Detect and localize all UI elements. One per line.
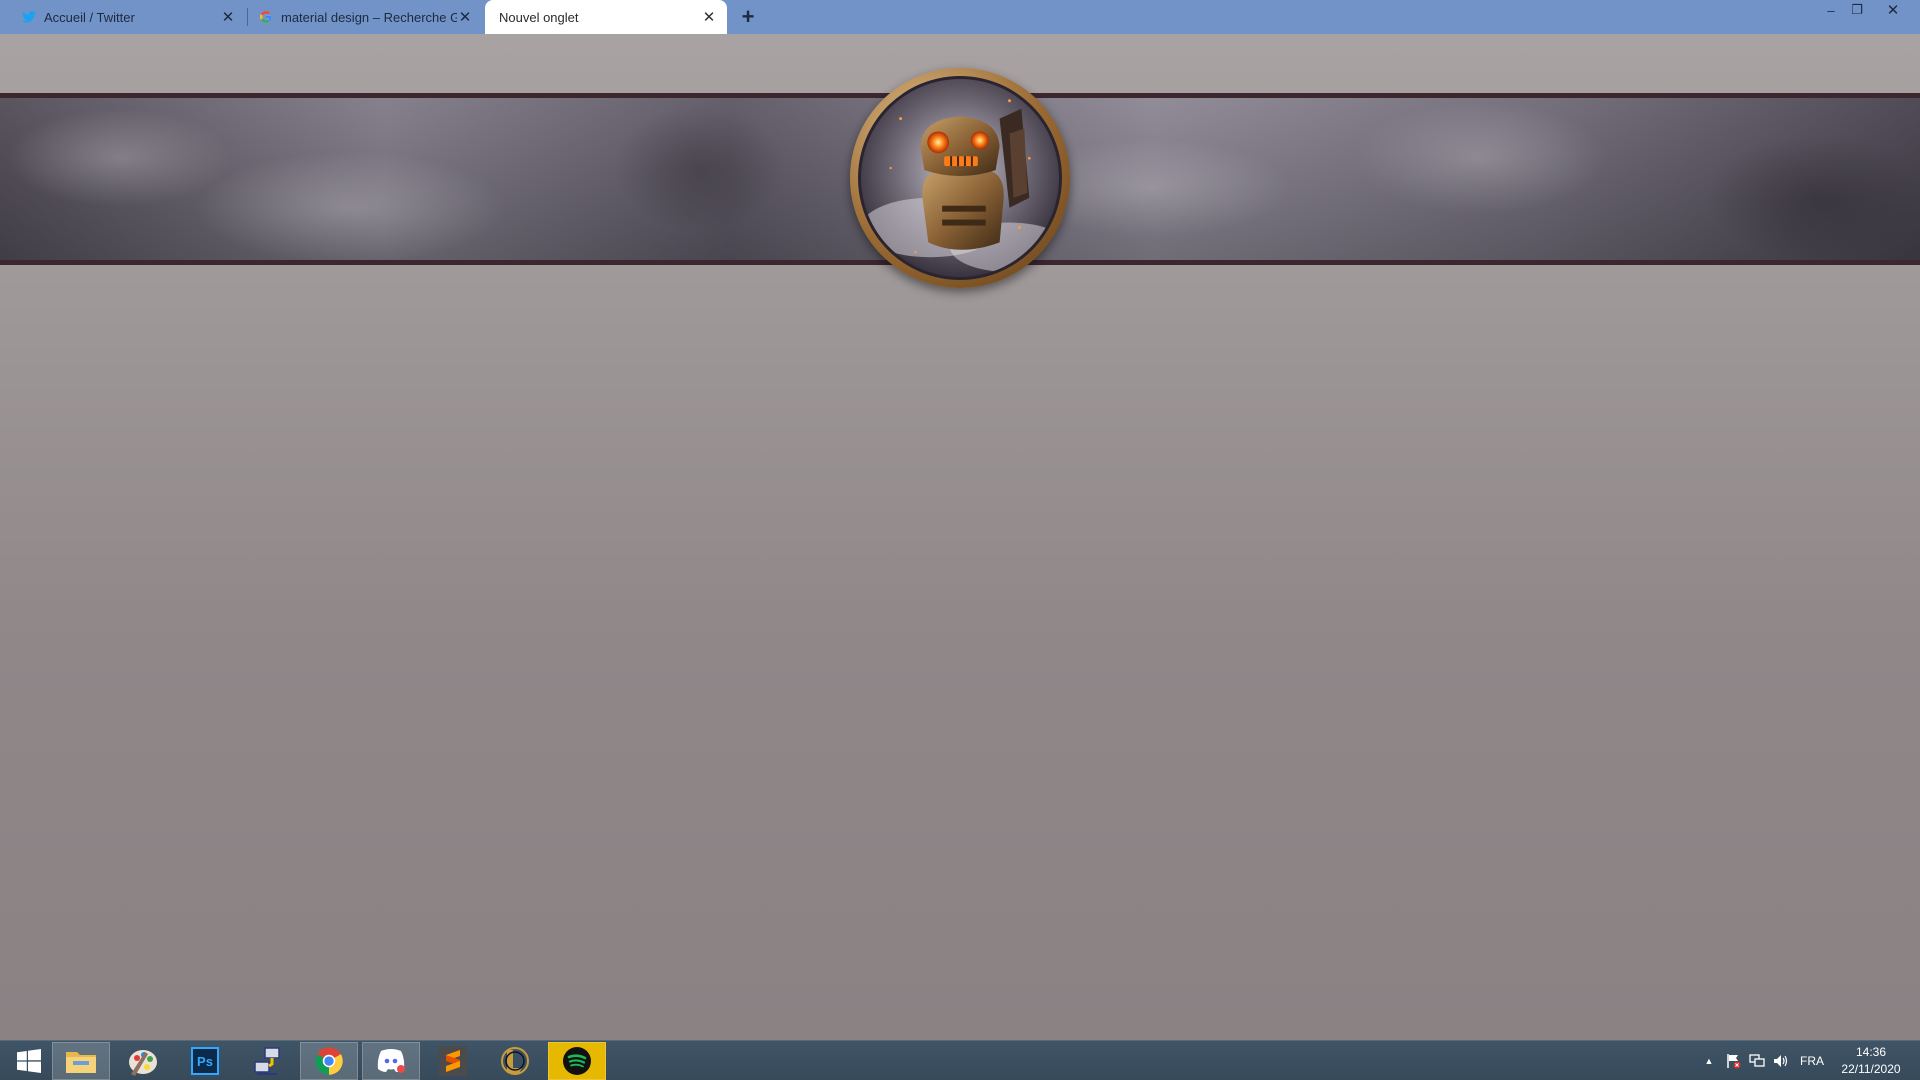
sublime-text-icon (439, 1046, 467, 1076)
tab-title: Accueil / Twitter (44, 9, 135, 25)
photoshop-label: Ps (197, 1053, 213, 1069)
volume-icon[interactable] (1770, 1041, 1792, 1080)
network-icon[interactable] (1746, 1041, 1768, 1080)
tab-close-icon[interactable]: ✕ (701, 9, 717, 26)
taskbar-file-explorer[interactable] (52, 1042, 110, 1080)
discord-icon (377, 1049, 405, 1073)
twitter-icon (22, 10, 36, 24)
profile-avatar[interactable] (850, 68, 1070, 288)
tab-separator (247, 8, 248, 26)
tab-title: Nouvel onglet (499, 9, 579, 25)
tab-close-icon[interactable]: ✕ (220, 9, 236, 26)
robot-avatar-icon (861, 79, 1059, 277)
tab-new-tab-active[interactable]: Nouvel onglet ✕ (485, 0, 727, 34)
paint-palette-icon (129, 1050, 157, 1076)
taskbar-spotify[interactable] (548, 1042, 606, 1080)
show-hidden-icons-button[interactable]: ▲ (1700, 1041, 1718, 1080)
start-button[interactable] (0, 1042, 58, 1080)
taskbar-photoshop[interactable]: Ps (176, 1042, 234, 1080)
windows-taskbar: Ps ▲ FRA 14:36 22/11/2020 (0, 1040, 1920, 1080)
tab-twitter[interactable]: Accueil / Twitter ✕ (0, 0, 246, 34)
spotify-icon (563, 1047, 591, 1075)
clock-date: 22/11/2020 (1841, 1062, 1901, 1076)
new-tab-button[interactable]: + (736, 4, 760, 29)
tab-google-search[interactable]: material design – Recherche Goo ✕ (249, 0, 483, 34)
network-tool-icon (254, 1047, 280, 1075)
input-language-indicator[interactable]: FRA (1796, 1041, 1828, 1080)
taskbar-sublime-text[interactable] (424, 1042, 482, 1080)
league-of-legends-icon (501, 1047, 529, 1075)
clock-time: 14:36 (1855, 1045, 1887, 1059)
avatar-frame (858, 76, 1062, 280)
close-window-button[interactable]: ✕ (1880, 0, 1906, 20)
folder-icon (66, 1052, 96, 1073)
windows-logo-icon (17, 1049, 41, 1073)
maximize-button[interactable]: ❐ (1844, 0, 1870, 20)
chrome-icon (315, 1047, 343, 1075)
taskbar-network-tool[interactable] (238, 1042, 296, 1080)
taskbar-discord[interactable] (362, 1042, 420, 1080)
action-center-flag-icon[interactable] (1722, 1041, 1744, 1080)
taskbar-chrome[interactable] (300, 1042, 358, 1080)
tab-title: material design – Recherche Goo (281, 9, 457, 25)
new-tab-page (0, 34, 1920, 1040)
photoshop-icon: Ps (191, 1047, 219, 1075)
taskbar-paint[interactable] (114, 1042, 172, 1080)
google-icon (259, 10, 273, 24)
tab-close-icon[interactable]: ✕ (457, 9, 473, 26)
browser-tabstrip: Accueil / Twitter ✕ material design – Re… (0, 0, 1920, 34)
system-clock[interactable]: 14:36 22/11/2020 (1828, 1044, 1914, 1078)
taskbar-league-of-legends[interactable] (486, 1042, 544, 1080)
minimize-button[interactable]: – (1818, 0, 1844, 20)
